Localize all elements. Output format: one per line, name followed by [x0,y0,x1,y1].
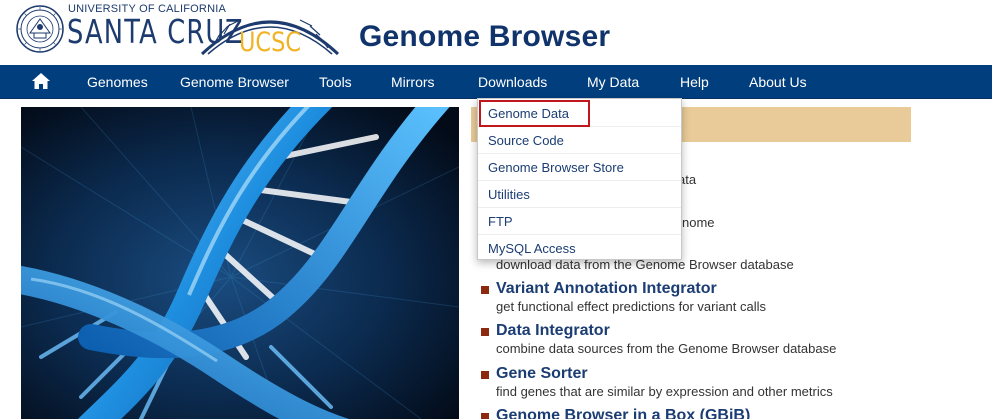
menu-item-mysql-access[interactable]: MySQL Access [478,235,681,262]
bullet-icon [481,371,489,379]
bullet-icon [481,328,489,336]
tool-desc: get functional effect predictions for va… [496,299,767,314]
bullet-icon [481,286,489,294]
nav-tools[interactable]: Tools [319,65,352,99]
tool-link-data-integrator[interactable]: Data Integrator [496,322,610,340]
menu-item-ftp[interactable]: FTP [478,208,681,235]
downloads-dropdown-menu: Genome Data Source Code Genome Browser S… [477,98,682,260]
menu-item-source-code[interactable]: Source Code [478,127,681,154]
main-navbar: Genomes Genome Browser Tools Mirrors Dow… [0,65,992,99]
nav-about-us[interactable]: About Us [749,65,807,99]
ucsc-bridge-logo: UCSC [200,19,340,58]
menu-item-genome-browser-store[interactable]: Genome Browser Store [478,154,681,181]
nav-help[interactable]: Help [680,65,709,99]
nav-genome-browser[interactable]: Genome Browser [180,65,289,99]
highlight-box [479,100,590,127]
nav-genomes[interactable]: Genomes [87,65,148,99]
nav-my-data[interactable]: My Data [587,65,639,99]
nav-downloads[interactable]: Downloads [478,65,547,99]
tool-desc: combine data sources from the Genome Bro… [496,341,837,356]
menu-item-utilities[interactable]: Utilities [478,181,681,208]
home-icon[interactable] [31,71,51,91]
nav-mirrors[interactable]: Mirrors [391,65,435,99]
bullet-icon [481,413,489,419]
ucsc-wordmark: UCSC [239,27,301,58]
obscured-text-2: nome [682,215,715,230]
site-header: UNIVERSITY OF CALIFORNIA SANTA CRUZ UCSC… [0,0,992,65]
uc-seal-icon [16,5,64,53]
tool-link-variant-annotation-integrator[interactable]: Variant Annotation Integrator [496,280,717,298]
tool-link-gene-sorter[interactable]: Gene Sorter [496,365,588,383]
dna-hero-image [21,107,459,419]
tool-link-gbib[interactable]: Genome Browser in a Box (GBiB) [496,407,750,419]
page-title: Genome Browser [359,20,611,53]
tool-desc: find genes that are similar by expressio… [496,384,833,399]
